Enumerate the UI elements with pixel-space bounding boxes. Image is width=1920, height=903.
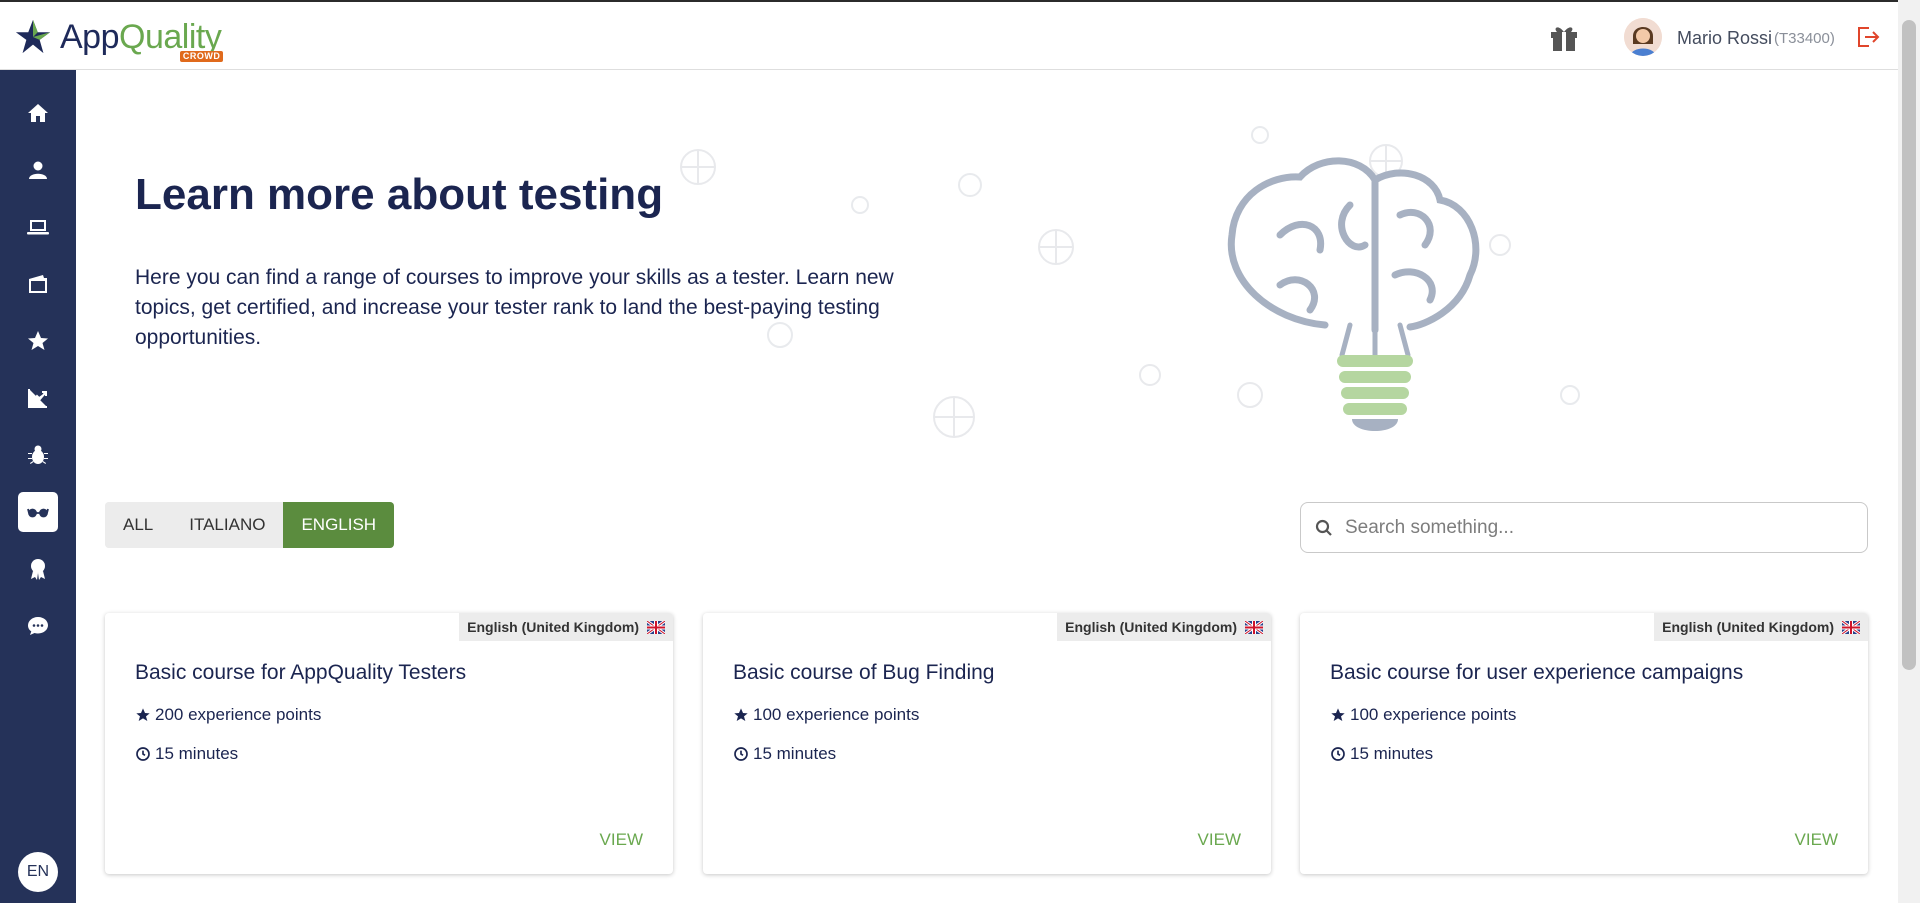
clock-icon [1331, 747, 1345, 761]
wallet-icon [29, 275, 47, 293]
user-id: (T33400) [1774, 30, 1835, 47]
clock-icon [136, 747, 150, 761]
uk-flag-icon [1842, 620, 1860, 634]
page-description: Here you can find a range of courses to … [135, 266, 894, 349]
page-scrollbar[interactable] [1898, 0, 1920, 903]
star-icon [734, 708, 748, 721]
sidebar [0, 70, 76, 903]
course-card[interactable]: English (United Kingdom) Basic course fo… [105, 613, 673, 874]
top-bar: AppQuality CROWD Mario Rossi (T33400) [0, 0, 1898, 70]
course-title[interactable]: Basic course for AppQuality Testers [135, 661, 466, 685]
appquality-logo[interactable]: AppQuality CROWD [14, 14, 224, 62]
uk-flag-icon [1245, 620, 1263, 634]
course-points-label: 200 experience points [155, 705, 322, 724]
course-points-label: 100 experience points [753, 705, 920, 724]
view-course-button[interactable]: VIEW [1795, 830, 1838, 850]
star-icon [136, 708, 150, 721]
filter-all-button[interactable]: ALL [105, 502, 172, 548]
course-title[interactable]: Basic course for user experience campaig… [1330, 661, 1743, 685]
user-name[interactable]: Mario Rossi [1677, 28, 1772, 49]
sidebar-item-support[interactable] [18, 606, 58, 646]
search-icon [1315, 519, 1332, 536]
search-input[interactable] [1345, 516, 1845, 539]
course-duration: 15 minutes [733, 744, 836, 764]
chart-icon [28, 389, 47, 408]
page-title: Learn more about testing [135, 170, 664, 219]
course-language-label: English (United Kingdom) [1662, 619, 1834, 635]
sidebar-item-bugs[interactable] [18, 435, 58, 475]
user-avatar[interactable] [1624, 18, 1662, 56]
course-language-badge: English (United Kingdom) [459, 613, 673, 641]
course-duration: 15 minutes [135, 744, 238, 764]
sidebar-item-certifications[interactable] [18, 549, 58, 589]
logo-star-icon [15, 19, 51, 54]
course-language-badge: English (United Kingdom) [1057, 613, 1271, 641]
course-duration: 15 minutes [1330, 744, 1433, 764]
course-language-label: English (United Kingdom) [1065, 619, 1237, 635]
bug-icon [28, 445, 48, 464]
gift-icon[interactable] [1548, 22, 1580, 52]
view-course-button[interactable]: VIEW [600, 830, 643, 850]
glasses-icon [27, 508, 49, 518]
logo-app-text: App [60, 18, 120, 56]
star-icon [1331, 708, 1345, 721]
course-points-label: 100 experience points [1350, 705, 1517, 724]
award-icon [31, 559, 45, 580]
filter-italiano-button[interactable]: ITALIANO [171, 502, 284, 548]
laptop-icon [27, 220, 49, 235]
logout-icon[interactable] [1855, 24, 1881, 50]
search-box [1300, 502, 1868, 553]
language-switcher[interactable]: EN [18, 852, 58, 892]
language-filter-group: ALL ITALIANO ENGLISH [105, 502, 395, 548]
course-language-label: English (United Kingdom) [467, 619, 639, 635]
user-icon [29, 161, 47, 179]
course-points: 100 experience points [733, 705, 919, 725]
clock-icon [734, 747, 748, 761]
sidebar-item-devices[interactable] [18, 207, 58, 247]
course-points: 200 experience points [135, 705, 321, 725]
course-title[interactable]: Basic course of Bug Finding [733, 661, 994, 685]
sidebar-item-wallet[interactable] [18, 264, 58, 304]
course-card[interactable]: English (United Kingdom) Basic course fo… [1300, 613, 1868, 874]
filter-english-button[interactable]: ENGLISH [283, 502, 395, 548]
course-language-badge: English (United Kingdom) [1654, 613, 1868, 641]
sidebar-item-experience[interactable] [18, 321, 58, 361]
view-course-button[interactable]: VIEW [1198, 830, 1241, 850]
star-icon [28, 331, 48, 350]
home-icon [28, 104, 48, 122]
chat-icon [28, 617, 48, 635]
uk-flag-icon [647, 620, 665, 634]
sidebar-item-ranking[interactable] [18, 378, 58, 418]
course-points: 100 experience points [1330, 705, 1516, 725]
avatar-icon [1624, 18, 1662, 56]
course-duration-label: 15 minutes [753, 744, 837, 763]
course-duration-label: 15 minutes [1350, 744, 1434, 763]
logo-crowd-badge: CROWD [179, 51, 224, 62]
sidebar-item-profile[interactable] [18, 150, 58, 190]
sidebar-item-home[interactable] [18, 93, 58, 133]
course-duration-label: 15 minutes [155, 744, 239, 763]
sidebar-item-academy[interactable] [18, 492, 58, 532]
logo-wordmark: AppQuality CROWD [60, 18, 224, 62]
course-card[interactable]: English (United Kingdom) Basic course of… [703, 613, 1271, 874]
scrollbar-thumb[interactable] [1902, 20, 1916, 670]
